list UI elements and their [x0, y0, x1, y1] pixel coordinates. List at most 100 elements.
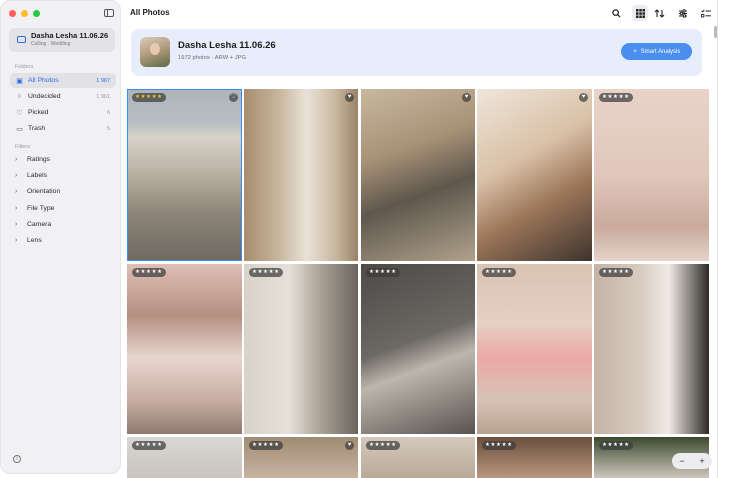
photo-thumbnail[interactable]: ★★★★★: [594, 89, 709, 261]
zoom-window-button[interactable]: [33, 10, 40, 17]
heart-icon[interactable]: ♥: [345, 441, 354, 450]
rating-stars: ★★★★★: [599, 93, 633, 102]
chevron-right-icon: ›: [15, 205, 18, 212]
sidebar-item-label: All Photos: [28, 77, 59, 84]
heart-icon[interactable]: ♥: [462, 93, 471, 102]
project-card[interactable]: Dasha Lesha 11.06.26 Culling · Wedding: [9, 28, 115, 52]
photo-thumbnail[interactable]: ★★★★★: [477, 264, 592, 434]
heart-icon: ♡: [16, 109, 23, 117]
filter-label: Orientation: [27, 188, 61, 195]
zoom-control: − +: [672, 453, 712, 469]
rating-stars: ★★★★★: [599, 268, 633, 277]
project-cover-thumbnail: [140, 37, 170, 67]
scrollbar[interactable]: [714, 26, 717, 38]
sidebar-item-picked[interactable]: ♡ Picked 6: [10, 105, 116, 120]
banner-title: Dasha Lesha 11.06.26: [178, 40, 276, 51]
heart-icon[interactable]: ♥: [345, 93, 354, 102]
grid-view-button[interactable]: [632, 5, 648, 21]
filter-label: File Type: [27, 205, 55, 212]
sort-button[interactable]: [651, 5, 667, 21]
sidebar-item-count: 1 961: [96, 93, 110, 100]
photo-thumbnail[interactable]: ♥: [477, 89, 592, 261]
search-icon: [611, 8, 621, 18]
project-icon: [17, 36, 26, 43]
photo-thumbnail[interactable]: ★★★★★: [127, 264, 242, 434]
filters-heading: Filters: [15, 144, 30, 150]
sort-icon: [654, 8, 664, 18]
rating-stars: ★★★★★: [249, 268, 283, 277]
sidebar-item-all-photos[interactable]: ▣ All Photos 1 967: [10, 73, 116, 88]
sidebar-item-count: 5: [106, 125, 110, 132]
zoom-in-button[interactable]: +: [699, 456, 704, 466]
checklist-icon: [701, 8, 711, 17]
sidebar: Dasha Lesha 11.06.26 Culling · Wedding F…: [0, 0, 121, 474]
chevron-right-icon: ›: [15, 156, 18, 163]
sparkle-icon: ✧: [632, 49, 638, 55]
page-title: All Photos: [130, 8, 170, 17]
rating-stars: ★★★★★: [132, 93, 166, 102]
photo-grid: ★★★★★ ♡ ♥ ♥ ♥ ★★★★★ ★★★★★ ★★★★★ ★★★★★ ★★…: [127, 89, 709, 478]
photo-thumbnail[interactable]: ★★★★★: [127, 437, 242, 478]
filter-label: Camera: [27, 221, 52, 228]
window-controls: [9, 10, 40, 17]
sidebar-toggle-icon[interactable]: [104, 9, 114, 17]
select-button[interactable]: [698, 5, 714, 21]
photo-thumbnail[interactable]: ★★★★★ ♥: [244, 437, 358, 478]
heart-icon[interactable]: ♥: [579, 93, 588, 102]
chevron-right-icon: ›: [15, 188, 18, 195]
rating-stars: ★★★★★: [599, 441, 633, 450]
filter-label: Lens: [27, 237, 42, 244]
photo-thumbnail[interactable]: ♥: [244, 89, 358, 261]
zoom-out-button[interactable]: −: [679, 456, 684, 466]
photos-icon: ▣: [16, 77, 23, 85]
photo-thumbnail[interactable]: ★★★★★: [361, 264, 475, 434]
photo-thumbnail[interactable]: ★★★★★: [361, 437, 475, 478]
chevron-right-icon: ›: [15, 237, 18, 244]
sidebar-item-label: Undecided: [28, 93, 61, 100]
filter-lens[interactable]: › Lens: [15, 237, 42, 244]
filter-labels[interactable]: › Labels: [15, 172, 47, 179]
photo-thumbnail[interactable]: ♥: [361, 89, 475, 261]
close-window-button[interactable]: [9, 10, 16, 17]
sidebar-item-label: Trash: [28, 125, 46, 132]
rating-stars: ★★★★★: [132, 268, 166, 277]
photo-thumbnail[interactable]: ★★★★★: [244, 264, 358, 434]
chevron-right-icon: ›: [15, 172, 18, 179]
filter-ratings[interactable]: › Ratings: [15, 156, 50, 163]
project-subtitle: Culling · Wedding: [31, 41, 71, 47]
rating-stars: ★★★★★: [132, 441, 166, 450]
project-title: Dasha Lesha 11.06.26: [31, 31, 109, 40]
filter-camera[interactable]: › Camera: [15, 221, 51, 228]
photo-thumbnail[interactable]: ★★★★★: [594, 264, 709, 434]
grid-view-icon: [635, 8, 645, 18]
photo-thumbnail[interactable]: ★★★★★: [477, 437, 592, 478]
banner-subtitle: 1972 photos · ARW + JPG: [178, 55, 247, 61]
sidebar-item-count: 6: [106, 109, 110, 116]
sidebar-item-trash[interactable]: ▭ Trash 5: [10, 121, 116, 136]
trash-icon: ▭: [16, 125, 23, 133]
rating-stars: ★★★★★: [482, 268, 516, 277]
filter-label: Labels: [27, 172, 48, 179]
project-banner: Dasha Lesha 11.06.26 1972 photos · ARW +…: [131, 29, 702, 76]
heart-icon[interactable]: ♡: [229, 93, 238, 102]
filter-file-type[interactable]: › File Type: [15, 205, 54, 212]
sidebar-item-count: 1 967: [96, 77, 110, 84]
filter-sliders-icon: [679, 8, 687, 18]
circle-icon: ○: [17, 93, 22, 100]
smart-analysis-label: Smart Analysis: [640, 48, 681, 55]
filter-label: Ratings: [27, 156, 51, 163]
sidebar-item-undecided[interactable]: ○ Undecided 1 961: [10, 89, 116, 104]
info-icon[interactable]: i: [13, 455, 21, 463]
filter-orientation[interactable]: › Orientation: [15, 188, 60, 195]
smart-analysis-button[interactable]: ✧ Smart Analysis: [621, 43, 692, 60]
rating-stars: ★★★★★: [366, 268, 400, 277]
minimize-window-button[interactable]: [21, 10, 28, 17]
app-window: Dasha Lesha 11.06.26 Culling · Wedding F…: [0, 0, 718, 478]
search-button[interactable]: [608, 5, 624, 21]
filter-button[interactable]: [675, 5, 691, 21]
folders-heading: Folders: [15, 64, 34, 70]
rating-stars: ★★★★★: [249, 441, 283, 450]
chevron-right-icon: ›: [15, 221, 18, 228]
photo-thumbnail[interactable]: ★★★★★ ♡: [127, 89, 242, 261]
sidebar-item-label: Picked: [28, 109, 49, 116]
